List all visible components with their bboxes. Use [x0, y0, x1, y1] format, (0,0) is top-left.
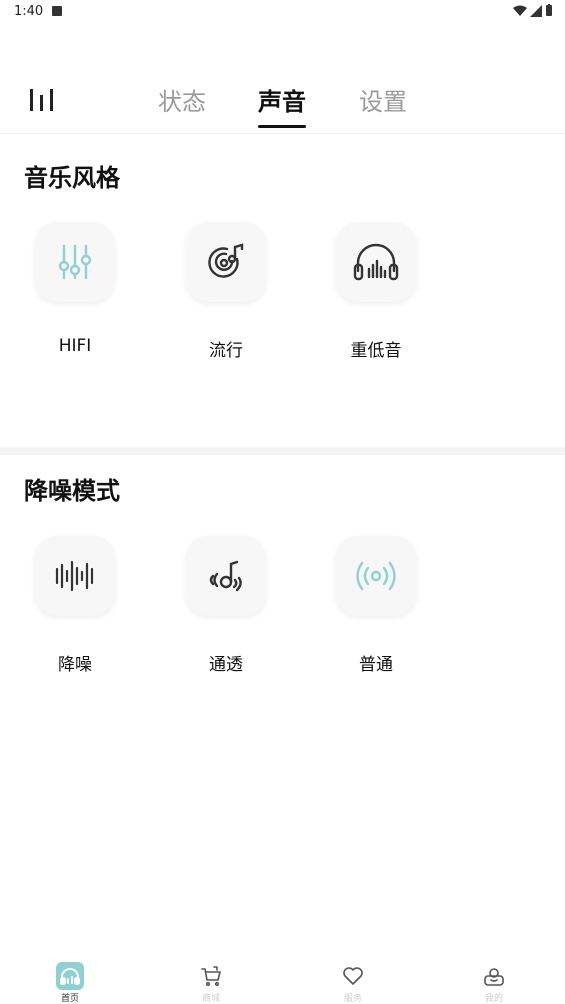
- style-bass[interactable]: 重低音: [321, 222, 431, 361]
- item-label: HIFI: [58, 336, 92, 356]
- style-bass-button[interactable]: [336, 222, 416, 302]
- bottom-nav: 首页 商城 服务 我的: [0, 954, 565, 1004]
- notification-icon: [52, 6, 62, 16]
- profile-icon: [480, 962, 508, 990]
- mode-anc[interactable]: 降噪: [20, 536, 130, 675]
- broadcast-icon: [356, 561, 396, 591]
- menu-bars-icon[interactable]: [28, 86, 56, 114]
- ambient-sound-icon: [209, 560, 242, 592]
- top-nav: 状态 声音 设置: [0, 70, 565, 134]
- sound-wave-icon: [55, 560, 94, 592]
- equalizer-sliders-icon: [58, 244, 92, 280]
- nav-label: 服务: [343, 994, 362, 1004]
- vinyl-music-note-icon: [208, 243, 244, 278]
- nav-label: 首页: [60, 994, 79, 1004]
- mode-transparent-button[interactable]: [186, 536, 266, 616]
- item-label: 普通: [359, 655, 393, 675]
- cart-icon: [197, 962, 225, 990]
- style-pop-button[interactable]: [186, 222, 266, 302]
- tab-sound[interactable]: 声音: [258, 82, 306, 128]
- item-label: 降噪: [58, 655, 92, 675]
- style-hifi[interactable]: HIFI: [20, 222, 130, 356]
- active-tab-indicator: [258, 125, 306, 128]
- mode-transparent[interactable]: 通透: [171, 536, 281, 675]
- nav-profile[interactable]: 我的: [464, 962, 524, 1004]
- nav-shop[interactable]: 商城: [181, 962, 241, 1004]
- mode-normal-button[interactable]: [336, 536, 416, 616]
- mode-anc-button[interactable]: [35, 536, 115, 616]
- nav-home[interactable]: 首页: [40, 962, 100, 1004]
- status-icons: [513, 4, 553, 17]
- signal-icon: [530, 4, 542, 17]
- section-title: 降噪模式: [24, 477, 120, 505]
- wifi-icon: [513, 5, 527, 16]
- status-bar: 1:40: [0, 0, 565, 24]
- item-label: 流行: [209, 341, 243, 361]
- style-hifi-button[interactable]: [35, 222, 115, 302]
- nav-label: 商城: [201, 994, 220, 1004]
- nav-label: 我的: [484, 994, 503, 1004]
- tab-status[interactable]: 状态: [158, 82, 206, 117]
- style-pop[interactable]: 流行: [171, 222, 281, 361]
- item-label: 重低音: [350, 341, 402, 361]
- section-divider: [0, 447, 565, 455]
- heart-icon: [339, 962, 367, 990]
- battery-icon: [546, 4, 552, 16]
- item-label: 通透: [209, 655, 243, 675]
- nav-service[interactable]: 服务: [323, 962, 383, 1004]
- tab-settings[interactable]: 设置: [359, 82, 407, 117]
- headphones-bass-icon: [353, 243, 399, 281]
- section-title: 音乐风格: [24, 164, 120, 192]
- status-time: 1:40: [14, 4, 44, 19]
- mode-normal[interactable]: 普通: [321, 536, 431, 675]
- home-headphones-icon: [56, 962, 84, 990]
